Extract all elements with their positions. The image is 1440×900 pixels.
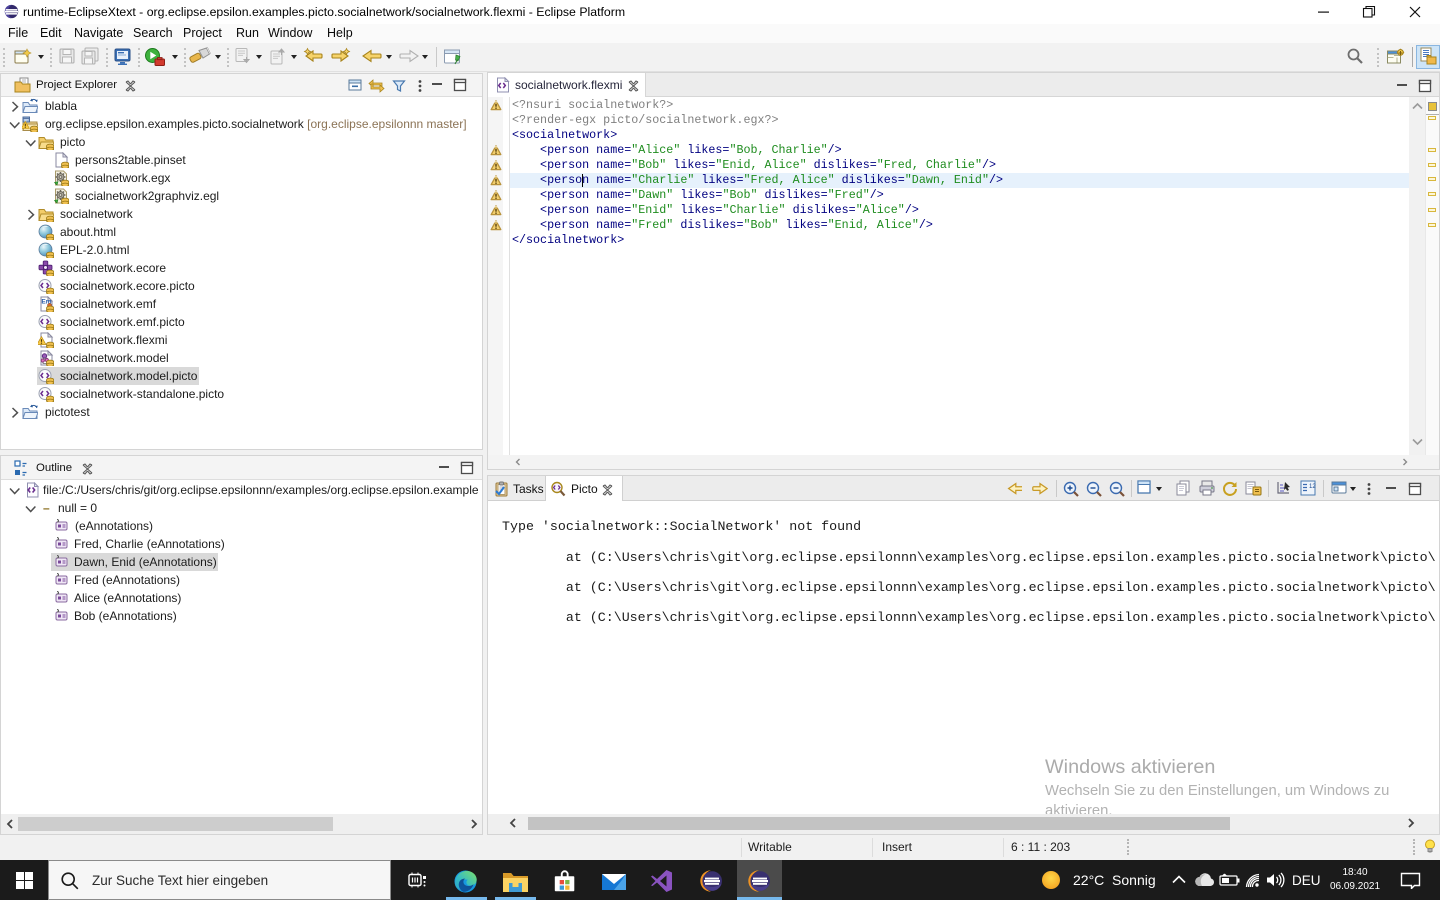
svg-text:12: 12 <box>1309 484 1316 490</box>
